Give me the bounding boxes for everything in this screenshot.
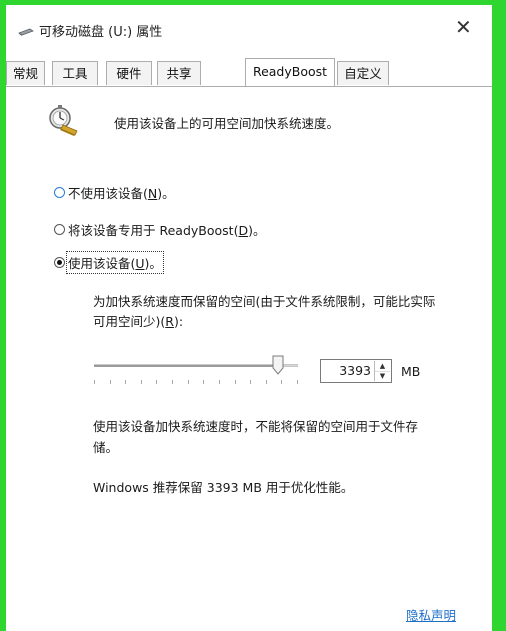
drive-icon <box>18 28 34 36</box>
slider-tick <box>235 380 236 384</box>
title-bar: 可移动磁盘 (U:) 属性 ✕ <box>6 5 492 49</box>
header-description: 使用该设备上的可用空间加快系统速度。 <box>114 116 340 131</box>
stopwatch-icon <box>49 105 78 136</box>
slider-tick <box>250 380 251 384</box>
slider-tick <box>266 380 267 384</box>
spin-buttons: ▲ ▼ <box>374 361 390 381</box>
down-arrow-icon[interactable]: ▼ <box>375 371 390 381</box>
tab-readyboost[interactable]: ReadyBoost <box>245 58 335 86</box>
slider-tick <box>125 380 126 384</box>
properties-dialog: 可移动磁盘 (U:) 属性 ✕ 常规 工具 硬件 共享 ReadyBoost 自… <box>6 5 492 631</box>
option-use-label: 使用该设备(U)。 <box>66 250 164 274</box>
slider-tick <box>188 380 189 384</box>
slider-tick <box>141 380 142 384</box>
tab-general[interactable]: 常规 <box>6 61 45 85</box>
option-dont-use-label: 不使用该设备(N)。 <box>68 185 175 201</box>
unit-label: MB <box>401 364 421 379</box>
slider-tick <box>172 380 173 384</box>
reserve-value[interactable]: 3393 <box>339 363 371 378</box>
slider-tick <box>219 380 220 384</box>
option-dedicate-label: 将该设备专用于 ReadyBoost(D)。 <box>68 222 266 238</box>
tab-hardware[interactable]: 硬件 <box>106 61 152 85</box>
slider-tick <box>94 380 95 384</box>
reserve-slider-fill <box>94 365 278 367</box>
slider-tick <box>110 380 111 384</box>
reserve-description: 为加快系统速度而保留的空间(由于文件系统限制，可能比实际 可用空间少)(R): <box>93 294 436 329</box>
close-button[interactable]: ✕ <box>455 17 472 37</box>
window-title: 可移动磁盘 (U:) 属性 <box>39 25 163 40</box>
slider-tick <box>203 380 204 384</box>
slider-ticks <box>94 380 298 386</box>
option-use[interactable]: 使用该设备(U)。 <box>54 250 164 274</box>
option-dont-use[interactable]: 不使用该设备(N)。 <box>54 182 175 202</box>
privacy-link[interactable]: 隐私声明 <box>406 605 456 624</box>
radio-use[interactable] <box>54 256 65 268</box>
slider-tick <box>297 380 298 384</box>
reserve-spinbox[interactable]: 3393 ▲ ▼ <box>320 359 392 383</box>
tab-divider <box>6 86 492 87</box>
radio-dedicate[interactable] <box>54 223 65 235</box>
reserved-space-note: 使用该设备加快系统速度时，不能将保留的空间用于文件存 储。 <box>93 419 419 455</box>
slider-tick <box>281 380 282 384</box>
tab-customize[interactable]: 自定义 <box>337 61 389 85</box>
tab-bar: 常规 工具 硬件 共享 ReadyBoost 自定义 <box>6 58 492 87</box>
tab-tools[interactable]: 工具 <box>52 61 98 85</box>
reserve-slider-thumb[interactable] <box>272 355 284 375</box>
radio-dont-use[interactable] <box>54 186 65 198</box>
tab-sharing[interactable]: 共享 <box>157 61 201 85</box>
slider-tick <box>156 380 157 384</box>
option-dedicate[interactable]: 将该设备专用于 ReadyBoost(D)。 <box>54 219 265 239</box>
recommendation-text: Windows 推荐保留 3393 MB 用于优化性能。 <box>93 480 354 495</box>
